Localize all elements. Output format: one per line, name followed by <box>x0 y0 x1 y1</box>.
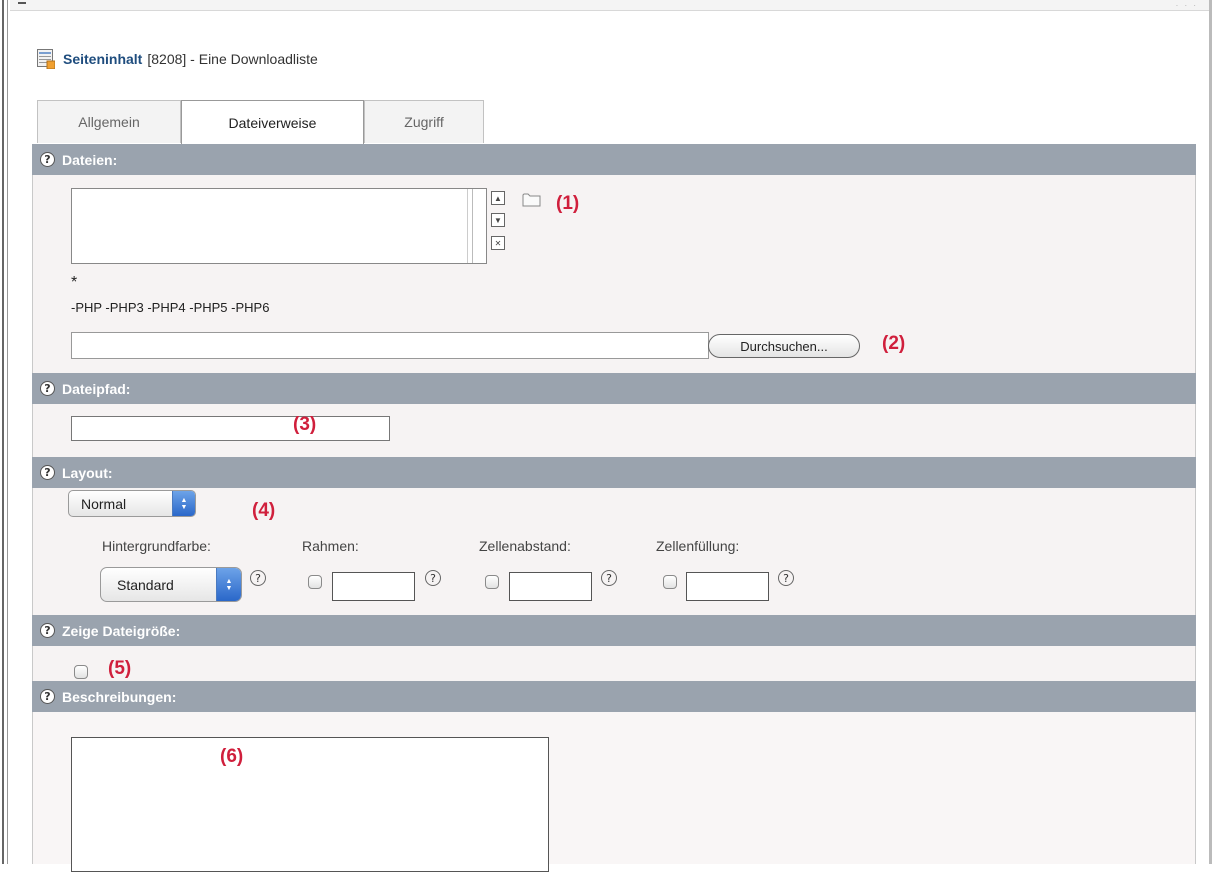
window-top-bar: · · · <box>0 0 1212 11</box>
window-menu-icon <box>18 2 26 4</box>
zellenfuellung-input[interactable] <box>686 572 769 601</box>
help-icon[interactable]: ? <box>40 465 55 480</box>
tab-allgemein[interactable]: Allgemein <box>37 100 181 143</box>
section-label-dateien: Dateien: <box>62 151 118 168</box>
zellenabstand-input[interactable] <box>509 572 592 601</box>
help-icon[interactable]: ? <box>40 623 55 638</box>
section-header-dateigroesse: ? Zeige Dateigröße: <box>32 615 1196 646</box>
record-title: [8208] - Eine Downloadliste <box>147 51 318 67</box>
help-icon[interactable]: ? <box>250 570 266 586</box>
section-header-dateipfad: ? Dateipfad: <box>32 373 1196 404</box>
move-down-icon[interactable]: ▼ <box>491 213 505 227</box>
content-record-icon <box>37 49 56 70</box>
section-label-dateipfad: Dateipfad: <box>62 380 131 397</box>
file-list-scrollbar[interactable] <box>467 189 486 263</box>
window-controls-icon: · · · <box>1175 1 1198 10</box>
hintergrundfarbe-select-value: Standard <box>117 576 174 593</box>
annotation-3: (3) <box>293 414 317 435</box>
file-path-input[interactable] <box>71 416 390 441</box>
label-rahmen: Rahmen: <box>302 538 359 554</box>
record-type-label[interactable]: Seiteninhalt <box>63 51 142 67</box>
section-header-beschreibungen: ? Beschreibungen: <box>32 681 1196 712</box>
layout-select[interactable]: Normal ▲ ▼ <box>68 490 196 517</box>
page-title: Seiteninhalt [8208] - Eine Downloadliste <box>37 48 318 70</box>
section-header-layout: ? Layout: <box>32 457 1196 488</box>
folder-icon[interactable] <box>522 192 542 208</box>
layout-select-value: Normal <box>81 495 127 512</box>
annotation-5: (5) <box>108 658 132 679</box>
help-icon[interactable]: ? <box>40 381 55 396</box>
section-label-beschreibungen: Beschreibungen: <box>62 688 177 705</box>
help-icon[interactable]: ? <box>601 570 617 586</box>
label-zellenabstand: Zellenabstand: <box>479 538 571 554</box>
show-filesize-checkbox[interactable] <box>74 665 88 679</box>
hintergrundfarbe-select[interactable]: Standard ▲ ▼ <box>100 567 242 602</box>
help-icon[interactable]: ? <box>425 570 441 586</box>
tab-dateiverweise[interactable]: Dateiverweise <box>181 100 364 144</box>
dateigroesse-panel <box>32 646 1196 681</box>
select-arrows-icon: ▲ ▼ <box>172 491 195 516</box>
select-arrows-icon: ▲ ▼ <box>216 568 241 601</box>
left-frame-border <box>0 0 10 864</box>
tab-zugriff[interactable]: Zugriff <box>364 100 484 143</box>
annotation-4: (4) <box>252 500 276 521</box>
disallowed-extensions: -PHP -PHP3 -PHP4 -PHP5 -PHP6 <box>71 300 270 315</box>
help-icon[interactable]: ? <box>40 152 55 167</box>
annotation-1: (1) <box>556 193 580 214</box>
annotation-6: (6) <box>220 746 244 767</box>
section-header-dateien: ? Dateien: <box>32 144 1196 175</box>
remove-file-icon[interactable]: ✕ <box>491 236 505 250</box>
required-asterisk: * <box>71 274 78 291</box>
section-label-layout: Layout: <box>62 464 113 481</box>
file-list-box[interactable] <box>71 188 487 264</box>
help-icon[interactable]: ? <box>778 570 794 586</box>
rahmen-input[interactable] <box>332 572 415 601</box>
browse-button[interactable]: Durchsuchen... <box>708 334 860 358</box>
upload-file-input[interactable] <box>71 332 709 359</box>
help-icon[interactable]: ? <box>40 689 55 704</box>
zellenabstand-checkbox[interactable] <box>485 575 499 589</box>
descriptions-textarea[interactable] <box>71 737 549 872</box>
section-label-dateigroesse: Zeige Dateigröße: <box>62 622 181 639</box>
zellenfuellung-checkbox[interactable] <box>663 575 677 589</box>
move-up-icon[interactable]: ▲ <box>491 191 505 205</box>
annotation-2: (2) <box>882 333 906 354</box>
label-hintergrundfarbe: Hintergrundfarbe: <box>102 538 211 554</box>
rahmen-checkbox[interactable] <box>308 575 322 589</box>
label-zellenfuellung: Zellenfüllung: <box>656 538 740 554</box>
